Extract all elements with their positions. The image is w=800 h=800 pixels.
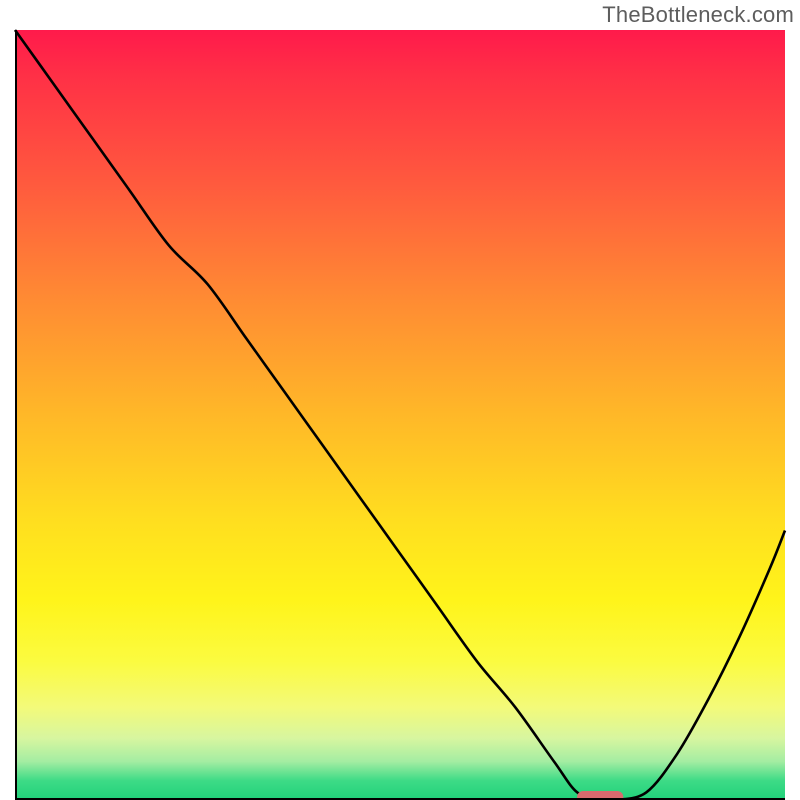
y-axis [15, 30, 17, 800]
bottleneck-curve [15, 30, 785, 800]
curve-line [15, 30, 785, 800]
watermark-text: TheBottleneck.com [602, 2, 794, 28]
